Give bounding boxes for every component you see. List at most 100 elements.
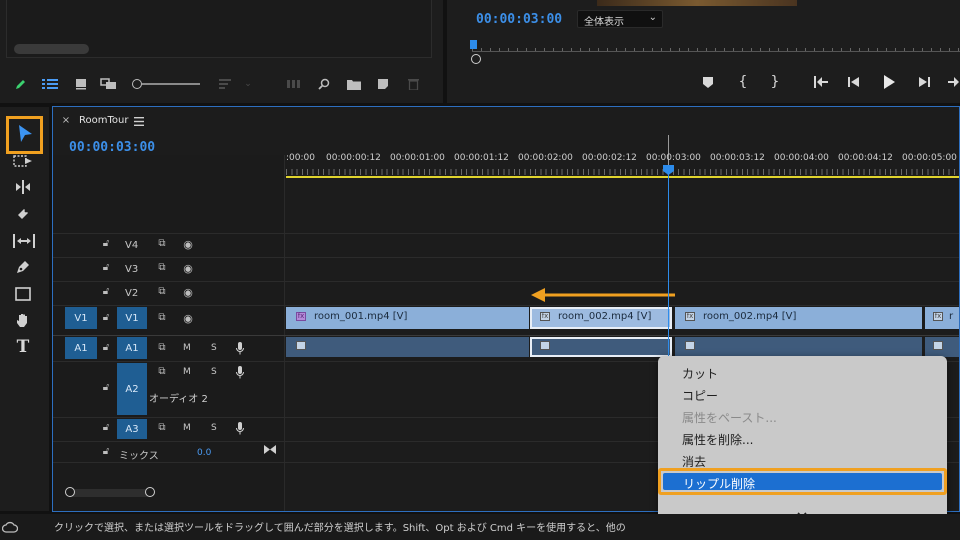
menu-item-ripple-delete-highlight[interactable]: リップル削除 xyxy=(658,468,947,495)
ruler-tick-label: 00:00:02:12 xyxy=(582,153,637,163)
sort-icon[interactable] xyxy=(218,77,232,91)
lock-icon[interactable]: 🔓︎ xyxy=(101,262,111,274)
lock-icon[interactable]: 🔓︎ xyxy=(101,312,111,324)
audio-clip-room-002-a[interactable] xyxy=(530,337,672,357)
timeline-zoom-scrollbar[interactable] xyxy=(65,487,155,497)
mark-out-icon[interactable]: } xyxy=(769,74,781,90)
sync-lock-icon[interactable]: ⧉ xyxy=(155,262,169,274)
menu-item-paste-attributes[interactable]: 属性をペースト... xyxy=(682,409,777,426)
track-target-a3[interactable]: A3 xyxy=(117,419,147,439)
monitor-time-ruler[interactable] xyxy=(472,42,960,52)
audio-clip-room-002-b[interactable] xyxy=(675,337,922,357)
solo-button-a1[interactable]: S xyxy=(211,343,217,353)
eye-icon[interactable]: ◉ xyxy=(181,262,195,274)
sync-lock-icon[interactable]: ⧉ xyxy=(155,312,169,324)
audio-clip-room-001[interactable] xyxy=(286,337,529,357)
sync-lock-icon[interactable]: ⧉ xyxy=(155,238,169,250)
chevron-down-icon[interactable]: ⌄ xyxy=(242,77,254,91)
eye-icon[interactable]: ◉ xyxy=(181,286,195,298)
program-timecode[interactable]: 00:00:03:00 xyxy=(476,12,562,27)
work-area-bar[interactable] xyxy=(286,176,959,178)
new-item-icon[interactable] xyxy=(376,77,390,91)
video-clip-next[interactable]: fx r xyxy=(925,307,959,329)
lock-icon[interactable]: 🔓︎ xyxy=(101,446,111,458)
panel-menu-icon[interactable] xyxy=(133,115,145,127)
zoom-slider[interactable] xyxy=(132,79,200,89)
new-bin-icon[interactable] xyxy=(346,77,362,91)
solo-button-a3[interactable]: S xyxy=(211,423,217,433)
source-patch-v1[interactable]: V1 xyxy=(65,307,97,329)
horizontal-scrollbar[interactable] xyxy=(14,44,89,54)
ripple-edit-tool-icon[interactable] xyxy=(12,179,34,195)
context-menu: カット コピー 属性をペースト... 属性を削除... 消去 リップル削除 xyxy=(658,356,947,527)
track-target-v1[interactable]: V1 xyxy=(117,307,147,329)
rectangle-tool-icon[interactable] xyxy=(12,285,34,303)
track-target-a2[interactable]: A2 xyxy=(117,363,147,415)
close-tab-icon[interactable]: × xyxy=(61,116,71,126)
source-patch-a1[interactable]: A1 xyxy=(65,337,97,359)
monitor-playhead[interactable] xyxy=(470,40,477,49)
mute-button-a3[interactable]: M xyxy=(183,423,191,433)
go-to-in-icon[interactable] xyxy=(813,75,829,89)
sync-lock-icon[interactable]: ⧉ xyxy=(155,366,169,378)
add-marker-icon[interactable] xyxy=(701,75,715,89)
lock-icon[interactable]: 🔓︎ xyxy=(101,422,111,434)
timeline-timecode[interactable]: 00:00:03:00 xyxy=(69,140,155,155)
icon-view-icon[interactable] xyxy=(74,77,88,91)
eye-icon[interactable]: ◉ xyxy=(181,238,195,250)
step-forward-icon[interactable] xyxy=(917,75,931,89)
hand-tool-icon[interactable] xyxy=(12,311,34,329)
lock-icon[interactable]: 🔓︎ xyxy=(101,382,111,394)
trash-icon[interactable] xyxy=(406,77,420,91)
selection-tool-arrow-icon[interactable] xyxy=(14,123,36,145)
slip-tool-icon[interactable] xyxy=(12,232,36,250)
sync-lock-icon[interactable]: ⧉ xyxy=(155,422,169,434)
pencil-icon[interactable] xyxy=(14,77,28,91)
track-target-a1[interactable]: A1 xyxy=(117,337,147,359)
lock-icon[interactable]: 🔓︎ xyxy=(101,286,111,298)
zoom-level-value: 全体表示 xyxy=(584,17,624,28)
program-monitor-panel: 00:00:03:00 全体表示 ⌄ { } xyxy=(447,0,960,103)
microphone-icon[interactable] xyxy=(235,365,245,379)
sync-lock-icon[interactable]: ⧉ xyxy=(155,342,169,354)
razor-tool-icon[interactable] xyxy=(12,205,34,223)
play-icon[interactable] xyxy=(881,74,897,90)
track-name-v4: V4 xyxy=(125,240,139,251)
menu-item-cut[interactable]: カット xyxy=(682,365,718,382)
lock-icon[interactable]: 🔓︎ xyxy=(101,342,111,354)
menu-item-copy[interactable]: コピー xyxy=(682,387,718,404)
audio-clip-next[interactable] xyxy=(925,337,959,357)
freeform-view-icon[interactable] xyxy=(100,77,118,91)
solo-button-a2[interactable]: S xyxy=(211,367,217,377)
zoom-level-select[interactable]: 全体表示 ⌄ xyxy=(577,10,663,28)
sequence-tab-label[interactable]: RoomTour xyxy=(79,115,128,126)
type-tool-icon[interactable]: T xyxy=(12,337,34,357)
mix-value[interactable]: 0.0 xyxy=(197,448,211,458)
search-icon[interactable] xyxy=(317,77,331,91)
eye-icon[interactable]: ◉ xyxy=(181,312,195,324)
program-monitor-video xyxy=(597,0,797,6)
video-clip-room-001[interactable]: fx room_001.mp4 [V] xyxy=(286,307,529,329)
list-view-icon[interactable] xyxy=(42,77,58,91)
fx-badge xyxy=(540,341,550,350)
video-clip-room-002-a[interactable]: fx room_002.mp4 [V] xyxy=(530,307,672,329)
sync-lock-icon[interactable]: ⧉ xyxy=(155,286,169,298)
automate-sequence-icon[interactable] xyxy=(286,77,302,91)
microphone-icon[interactable] xyxy=(235,341,245,355)
bowtie-icon[interactable] xyxy=(263,443,277,455)
mute-button-a2[interactable]: M xyxy=(183,367,191,377)
mute-button-a1[interactable]: M xyxy=(183,343,191,353)
go-to-out-icon[interactable] xyxy=(947,75,960,89)
video-clip-room-002-b[interactable]: fx room_002.mp4 [V] xyxy=(675,307,922,329)
track-select-tool-icon[interactable] xyxy=(12,153,34,169)
mark-in-icon[interactable]: { xyxy=(737,74,749,90)
creative-cloud-icon[interactable] xyxy=(2,520,18,534)
menu-item-ripple-delete[interactable]: リップル削除 xyxy=(683,475,755,492)
monitor-zoom-scroll-handle[interactable] xyxy=(471,54,481,64)
menu-item-remove-attributes[interactable]: 属性を削除... xyxy=(682,431,753,448)
pen-tool-icon[interactable] xyxy=(12,258,34,276)
lock-icon[interactable]: 🔓︎ xyxy=(101,238,111,250)
microphone-icon[interactable] xyxy=(235,421,245,435)
step-back-icon[interactable] xyxy=(847,75,861,89)
fx-badge xyxy=(296,341,306,350)
